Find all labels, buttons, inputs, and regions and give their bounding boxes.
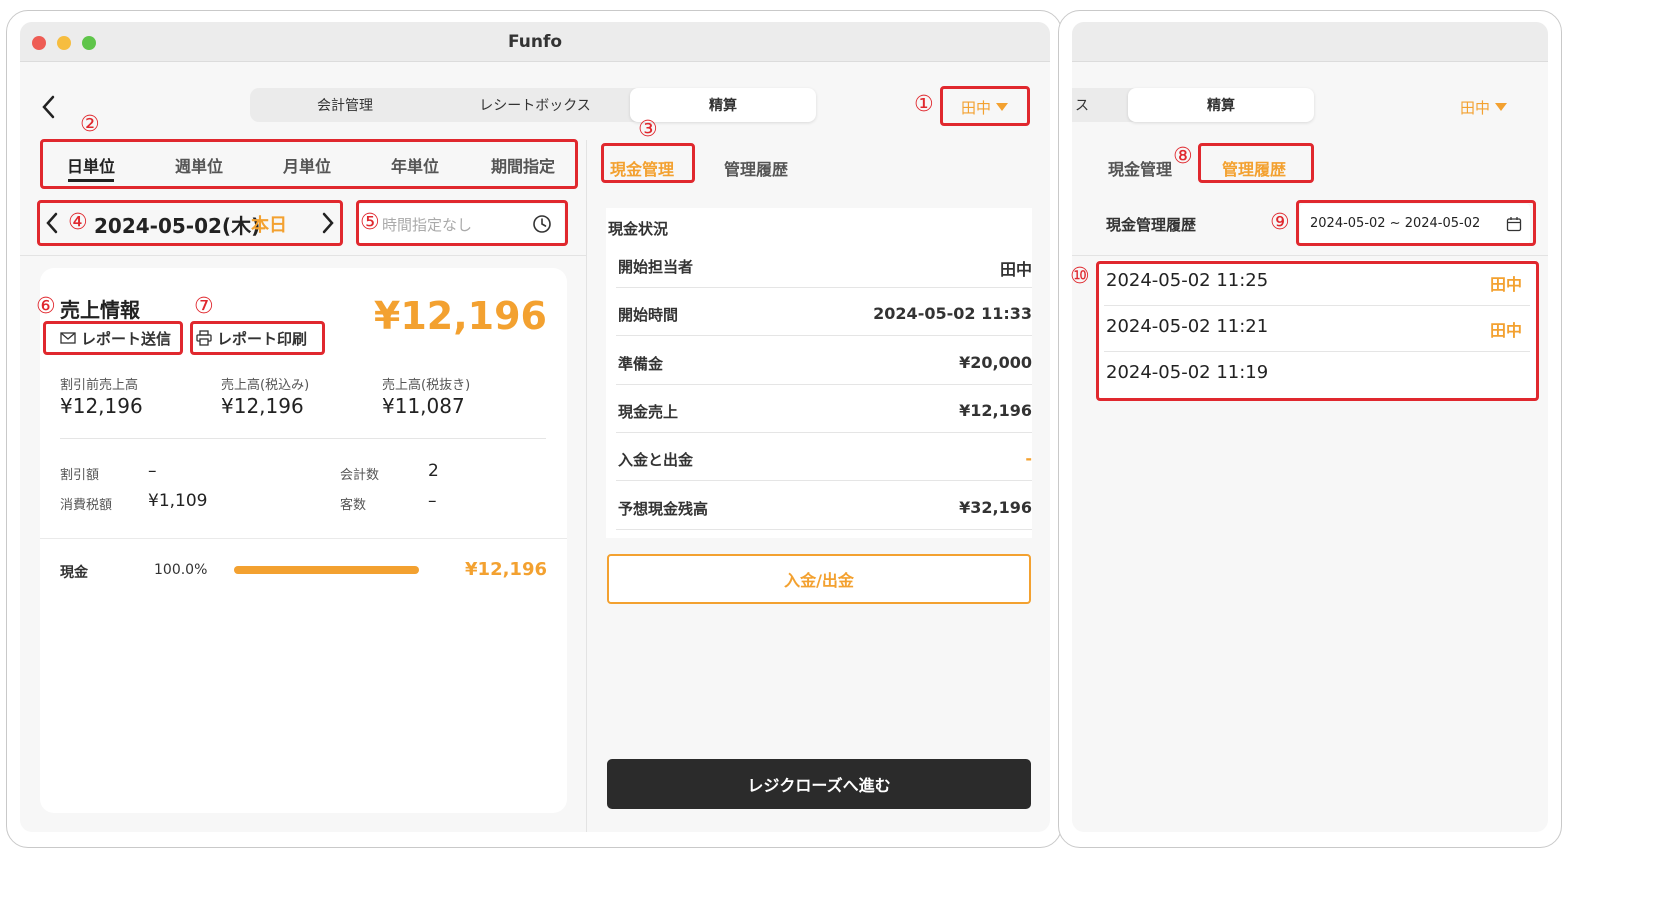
divider [616,480,1032,481]
cash-row-label: 入金と出金 [618,451,694,469]
detail-value: 2 [428,461,439,481]
divider [1072,255,1548,256]
payment-method: 現金 [60,565,88,581]
metric-value: ¥12,196 [221,394,304,418]
cash-row-label: 予想現金残高 [618,500,709,518]
annotation-box-10 [1096,261,1539,401]
annotation-box-5 [356,200,568,246]
divider [616,432,1032,433]
detail-label: 会計数 [340,468,380,483]
chevron-left-icon [42,95,55,119]
metric-value: ¥11,087 [382,394,465,418]
divider [40,538,567,539]
divider [60,438,546,439]
cash-status-panel: 現金状況 開始担当者 田中 開始時間 2024-05-02 11:33 準備金 … [606,208,1032,538]
deposit-withdraw-button[interactable]: 入金/出金 [607,554,1031,604]
detail-label: 消費税額 [60,498,113,513]
annotation-number-3: ③ [638,117,658,142]
metric-label: 売上高(税抜き) [382,378,471,393]
top-tab-bar: ス 精算 [1072,88,1314,122]
annotation-box-6 [43,321,183,355]
metric-label: 割引前売上高 [60,378,139,393]
tab-settlement[interactable]: 精算 [1128,88,1314,122]
cash-row-label: 開始担当者 [618,258,694,276]
cash-row-label: 現金売上 [618,403,679,421]
annotation-box-8 [1198,143,1314,183]
cash-row-value: - [1025,449,1032,468]
tab-accounting[interactable]: 会計管理 [250,88,440,122]
payment-bar-track [234,566,419,574]
tab-management-history[interactable]: 管理履歴 [724,156,788,180]
cash-row-value: 田中 [999,260,1032,279]
title-bar [1072,22,1548,62]
window-title: Funfo [507,32,563,52]
payment-bar-fill [234,566,419,574]
detail-label: 客数 [340,498,367,513]
annotation-number-7: ⑦ [194,294,214,319]
tab-receipt-box-fragment[interactable]: ス [1072,88,1092,122]
annotation-number-8: ⑧ [1173,144,1193,169]
annotation-number-5: ⑤ [360,210,380,235]
column-separator [586,140,587,832]
annotation-box-3 [601,143,695,183]
annotation-number-1: ① [914,92,934,117]
divider [20,255,586,256]
cash-row-value: 2024-05-02 11:33 [873,304,1032,323]
cash-row-value: ¥32,196 [959,498,1032,517]
annotation-number-6: ⑥ [36,294,56,319]
annotation-box-9 [1296,200,1536,246]
top-tab-bar: 会計管理 レシートボックス 精算 [250,88,816,122]
annotation-box-1 [940,86,1030,126]
divider [616,335,1032,336]
annotation-box-2 [40,139,578,189]
detail-label: 割引額 [60,468,100,483]
tab-receipt-box[interactable]: レシートボックス [440,88,630,122]
annotation-number-2: ② [80,112,100,137]
sales-total: ¥12,196 [373,294,547,338]
tab-cash-management[interactable]: 現金管理 [1108,156,1172,180]
cash-row-value: ¥20,000 [959,353,1032,372]
divider [616,287,1032,288]
history-title: 現金管理履歴 [1106,216,1197,234]
cash-row-label: 開始時間 [618,306,679,324]
divider [616,529,1032,530]
back-button[interactable] [38,92,62,122]
user-menu[interactable]: 田中 [1448,90,1520,124]
payment-amount: ¥12,196 [465,559,547,580]
user-name: 田中 [1459,98,1490,117]
caret-down-icon [1495,103,1507,111]
cash-row-label: 準備金 [618,355,664,373]
cash-status-title: 現金状況 [608,220,669,238]
annotation-number-10: ⑩ [1070,264,1090,289]
tab-settlement[interactable]: 精算 [630,88,816,122]
annotation-number-9: ⑨ [1270,210,1290,235]
annotation-number-4: ④ [68,210,88,235]
annotation-box-7 [190,321,325,355]
divider [616,384,1032,385]
cash-row-value: ¥12,196 [959,401,1032,420]
detail-value: – [428,491,437,511]
detail-value: ¥1,109 [148,491,208,511]
register-close-button[interactable]: レジクローズへ進む [607,759,1031,809]
metric-label: 売上高(税込み) [221,378,310,393]
title-bar: Funfo [20,22,1050,62]
metric-value: ¥12,196 [60,394,143,418]
sales-title: 売上情報 [60,298,140,322]
payment-percent: 100.0% [154,562,208,578]
detail-value: – [148,461,157,481]
